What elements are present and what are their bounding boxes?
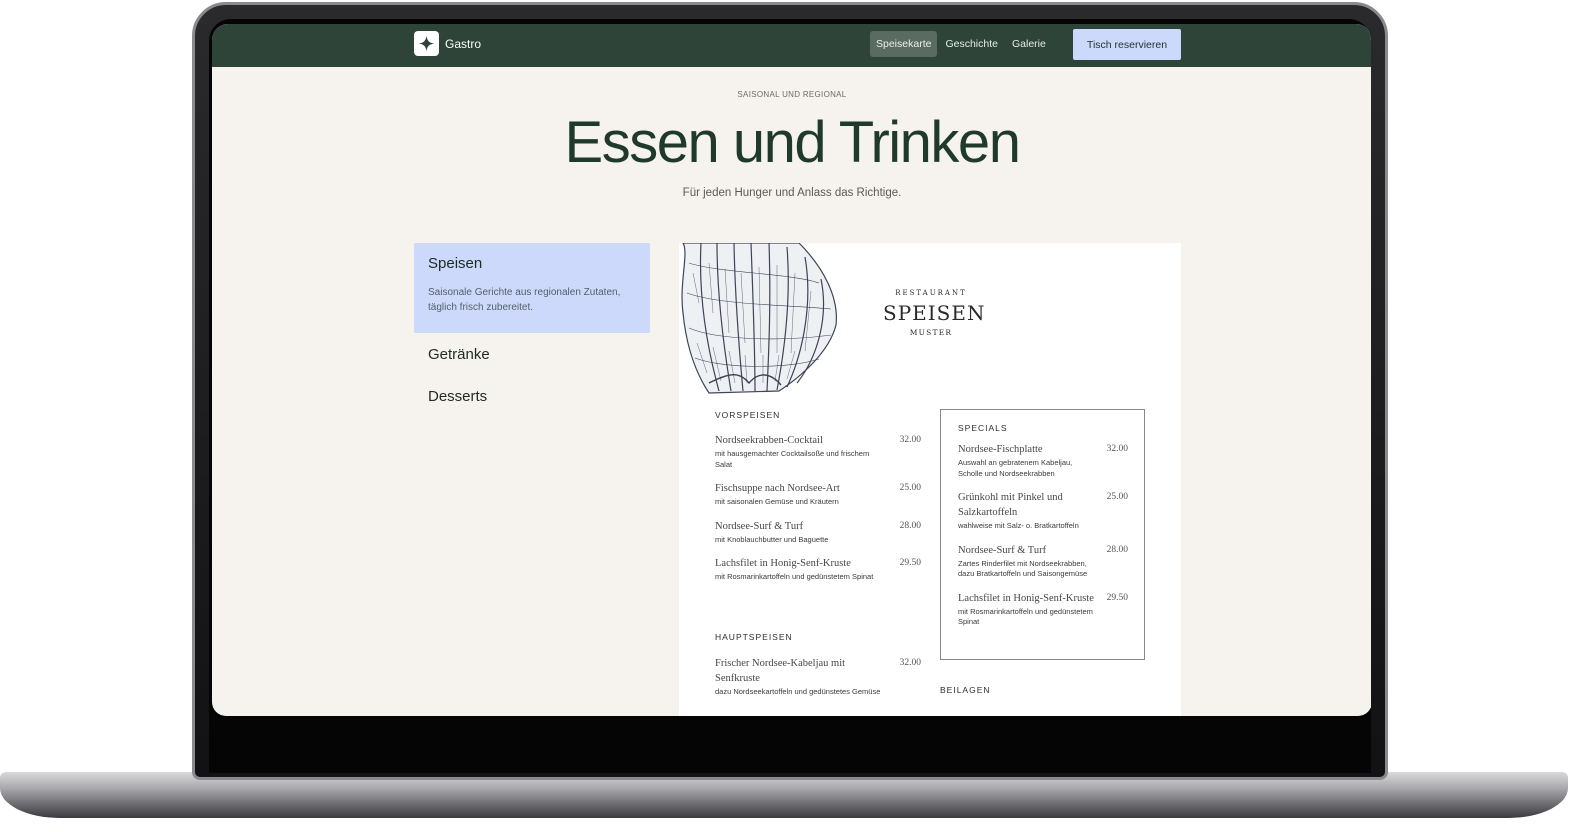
item-price: 25.00 xyxy=(899,483,921,493)
nav-link-geschichte[interactable]: Geschichte xyxy=(939,31,1004,57)
item-name: Nordsee-Surf & Turf xyxy=(715,520,804,532)
nav-link-speisekarte[interactable]: Speisekarte xyxy=(870,31,938,57)
scallop-shell-illustration xyxy=(681,243,837,394)
item-name: Nordsee-Surf & Turf xyxy=(958,544,1047,556)
reserve-table-button[interactable]: Tisch reservieren xyxy=(1073,29,1181,60)
vorspeisen-list: Nordseekrabben-Cocktail mit hausgemachte… xyxy=(715,433,921,594)
hauptspeisen-list: Frischer Nordsee-Kabeljau mit Senfkruste… xyxy=(715,656,921,709)
category-title: Speisen xyxy=(428,255,483,272)
item-desc: mit Knoblauchbutter und Baguette xyxy=(715,534,829,544)
item-name: Grünkohl mit Pinkel und Salzkartoffeln xyxy=(958,492,1063,518)
badge-title: SPEISEN xyxy=(883,301,986,325)
section-beilagen: BEILAGEN xyxy=(940,685,991,695)
category-desserts[interactable]: Desserts xyxy=(428,388,487,405)
item-desc: Auswahl an gebratenem Kabeljau, Scholle … xyxy=(958,458,1073,478)
section-specials: SPECIALS xyxy=(958,423,1008,433)
menu-item: Fischsuppe nach Nordsee-Art mit saisonal… xyxy=(715,481,921,508)
item-name: Fischsuppe nach Nordsee-Art xyxy=(715,483,840,494)
item-price: 32.00 xyxy=(899,435,921,445)
item-name: Lachsfilet in Honig-Senf-Kruste xyxy=(715,558,851,569)
nav-link-galerie[interactable]: Galerie xyxy=(1006,31,1052,57)
laptop-bezel: Gastro Speisekarte Geschichte Galerie Ti… xyxy=(209,19,1371,773)
item-price: 28.00 xyxy=(899,520,921,531)
item-price: 32.00 xyxy=(1106,444,1128,454)
item-price: 29.50 xyxy=(899,558,921,568)
item-desc: Zartes Rinderfilet mit Nordseekrabben, d… xyxy=(958,558,1088,579)
sparkle-logo-icon xyxy=(414,31,439,56)
item-desc: dazu Nordseekartoffeln und gedünstetes G… xyxy=(715,687,881,696)
specials-box: SPECIALS Nordsee-Fischplatte Auswahl an … xyxy=(940,409,1145,660)
menu-item: Frischer Nordsee-Kabeljau mit Senfkruste… xyxy=(715,656,921,698)
menu-item: Nordsee-Surf & Turf mit Knoblauchbutter … xyxy=(715,519,921,546)
category-description: Saisonale Gerichte aus regionalen Zutate… xyxy=(428,287,621,313)
menu-item: Nordsee-Fischplatte Auswahl an gebratene… xyxy=(958,442,1128,479)
page-subtitle: Für jeden Hunger und Anlass das Richtige… xyxy=(682,187,902,199)
brand-name: Gastro xyxy=(445,36,482,51)
badge-arc-text: RESTAURANT xyxy=(895,289,967,297)
menu-item: Lachsfilet in Honig-Senf-Kruste mit Rosm… xyxy=(715,556,921,583)
item-price: 32.00 xyxy=(899,658,921,668)
item-price: 25.00 xyxy=(1106,492,1128,502)
website-screen: Gastro Speisekarte Geschichte Galerie Ti… xyxy=(212,24,1371,716)
menu-item: Nordsee-Surf & Turf Zartes Rinderfilet m… xyxy=(958,543,1128,580)
item-desc: mit hausgemachter Cocktailsoße und frisc… xyxy=(715,449,870,469)
category-getraenke[interactable]: Getränke xyxy=(428,346,490,363)
item-desc: mit saisonalen Gemüse und Kräutern xyxy=(715,497,839,506)
item-name: Nordseekrabben-Cocktail xyxy=(715,435,823,446)
badge-subtitle: MUSTER xyxy=(909,328,953,337)
item-desc: mit Rosmarinkartoffeln und gedünstetem S… xyxy=(715,572,874,581)
item-name: Frischer Nordsee-Kabeljau mit Senfkruste xyxy=(715,658,846,684)
laptop-lid: Gastro Speisekarte Geschichte Galerie Ti… xyxy=(192,2,1388,780)
nav-links: Speisekarte Geschichte Galerie xyxy=(870,31,1052,57)
section-vorspeisen: VORSPEISEN xyxy=(715,410,781,420)
item-name: Lachsfilet in Honig-Senf-Kruste xyxy=(958,592,1094,604)
hero-eyebrow: SAISONAL UND REGIONAL xyxy=(737,90,847,99)
menu-badge: RESTAURANT SPEISEN MUSTER xyxy=(883,289,986,337)
menu-card-image: RESTAURANT SPEISEN MUSTER VORSPEISEN Nor… xyxy=(679,243,1181,716)
item-desc: mit Rosmarinkartoffeln und gedünstetem S… xyxy=(958,606,1093,627)
item-price: 28.00 xyxy=(1106,544,1128,555)
brand[interactable]: Gastro xyxy=(414,31,481,56)
menu-item: Grünkohl mit Pinkel und Salzkartoffeln w… xyxy=(958,490,1128,532)
menu-item: Nordseekrabben-Cocktail mit hausgemachte… xyxy=(715,433,921,470)
item-price: 29.50 xyxy=(1106,592,1128,603)
category-speisen[interactable]: Speisen Saisonale Gerichte aus regionale… xyxy=(414,243,650,333)
page-title: Essen und Trinken xyxy=(564,110,1021,175)
menu-item: Lachsfilet in Honig-Senf-Kruste mit Rosm… xyxy=(958,591,1128,628)
section-hauptspeisen: HAUPTSPEISEN xyxy=(715,632,793,642)
item-desc: wahlweise mit Salz- o. Bratkartoffeln xyxy=(958,521,1079,530)
top-nav: Gastro Speisekarte Geschichte Galerie Ti… xyxy=(212,24,1371,67)
item-name: Nordsee-Fischplatte xyxy=(958,444,1043,455)
